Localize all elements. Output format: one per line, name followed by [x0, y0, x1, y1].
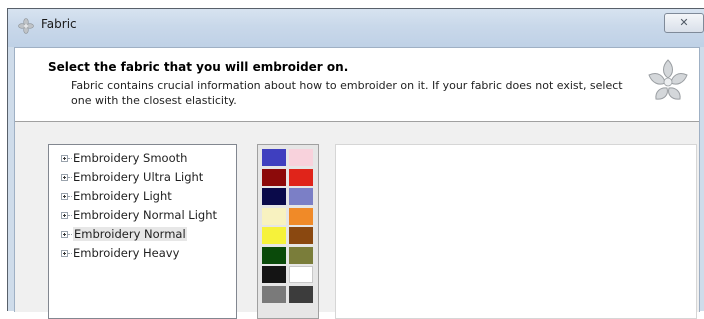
fabric-item[interactable]: Embroidery Normal Light — [49, 206, 236, 225]
fabric-item-label: Embroidery Heavy — [73, 246, 180, 260]
header-description: Fabric contains crucial information abou… — [71, 79, 623, 107]
expand-icon[interactable] — [61, 231, 68, 238]
fabric-item[interactable]: Embroidery Light — [49, 187, 236, 206]
expand-icon[interactable] — [61, 174, 68, 181]
fabric-item[interactable]: Embroidery Smooth — [49, 149, 236, 168]
expand-icon[interactable] — [61, 250, 68, 257]
tree-connector — [68, 215, 72, 217]
tree-connector — [68, 158, 72, 160]
color-swatch[interactable] — [262, 227, 286, 244]
color-swatch[interactable] — [289, 246, 313, 264]
fabric-item-label: Embroidery Normal — [73, 227, 187, 241]
color-swatch[interactable] — [262, 266, 286, 283]
fabric-dialog: Fabric ✕ Select the fabric that you will… — [7, 8, 704, 319]
header-panel: Select the fabric that you will embroide… — [15, 48, 699, 122]
color-swatch-panel — [257, 144, 319, 319]
tree-connector — [68, 177, 72, 179]
color-swatch[interactable] — [289, 285, 313, 303]
close-button[interactable]: ✕ — [664, 13, 704, 33]
color-swatch[interactable] — [289, 149, 313, 166]
fabric-item[interactable]: Embroidery Ultra Light — [49, 168, 236, 187]
close-icon: ✕ — [679, 16, 689, 29]
title-bar[interactable]: Fabric ✕ — [8, 9, 704, 47]
fabric-item-label: Embroidery Normal Light — [73, 208, 218, 222]
fabric-item[interactable]: Embroidery Heavy — [49, 244, 236, 263]
color-swatch[interactable] — [262, 188, 286, 205]
color-swatch[interactable] — [289, 188, 313, 205]
expand-icon[interactable] — [61, 193, 68, 200]
fabric-item-label: Embroidery Ultra Light — [73, 170, 204, 184]
dialog-content: Select the fabric that you will embroide… — [14, 47, 700, 319]
fabric-flower-icon — [648, 59, 688, 100]
color-swatch[interactable] — [289, 266, 313, 283]
header-title: Select the fabric that you will embroide… — [48, 60, 349, 74]
color-swatch[interactable] — [262, 168, 286, 186]
fabric-item-selected[interactable]: Embroidery Normal — [49, 225, 236, 244]
color-swatch[interactable] — [262, 149, 286, 166]
tree-connector — [68, 253, 72, 255]
fabric-item-label: Embroidery Smooth — [73, 151, 188, 165]
tree-connector — [68, 196, 72, 198]
color-swatch[interactable] — [289, 207, 313, 225]
color-swatch[interactable] — [262, 207, 286, 225]
fabric-tree[interactable]: Embroidery Smooth Embroidery Ultra Light… — [48, 144, 237, 319]
color-swatch[interactable] — [289, 168, 313, 186]
tree-connector — [68, 234, 72, 236]
color-swatch[interactable] — [289, 227, 313, 244]
fabric-app-icon — [18, 18, 34, 34]
window-title: Fabric — [41, 17, 77, 31]
color-swatch[interactable] — [262, 285, 286, 303]
expand-icon[interactable] — [61, 155, 68, 162]
fabric-preview-area — [335, 144, 697, 319]
expand-icon[interactable] — [61, 212, 68, 219]
color-swatch[interactable] — [262, 246, 286, 264]
fabric-item-label: Embroidery Light — [73, 189, 172, 203]
